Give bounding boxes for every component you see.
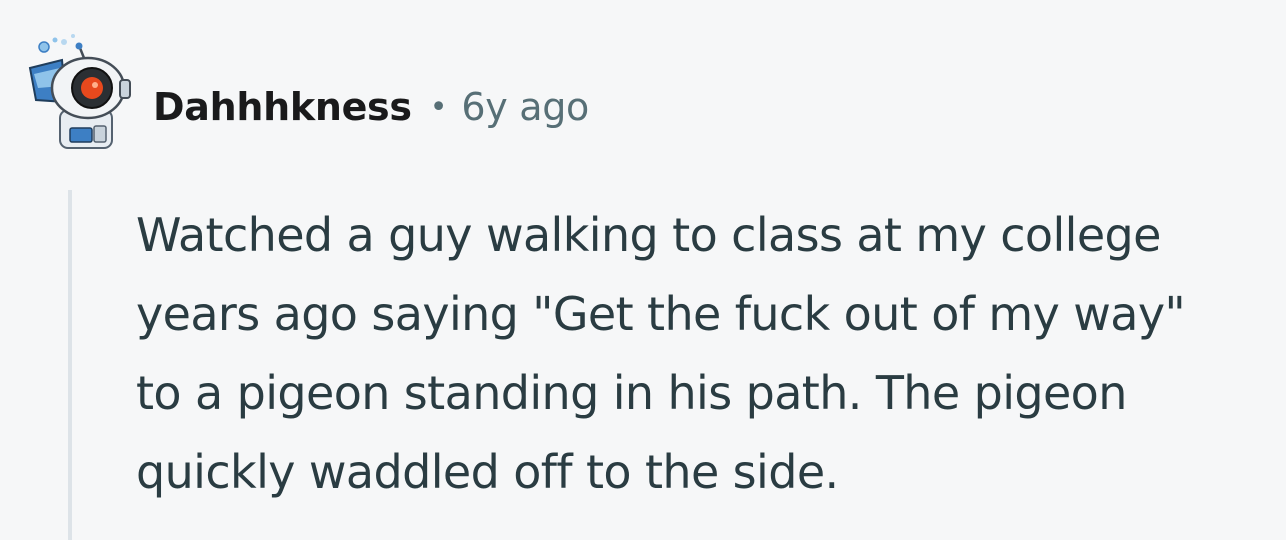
avatar[interactable] <box>22 30 142 160</box>
comment-body: Watched a guy walking to class at my col… <box>136 196 1276 512</box>
author-username[interactable]: Dahhhkness <box>153 85 412 129</box>
comment-body-line: to a pigeon standing in his path. The pi… <box>136 366 1127 420</box>
thread-line[interactable] <box>68 190 72 540</box>
comment-body-line: quickly waddled off to the side. <box>136 445 839 499</box>
comment: Dahhhkness • 6y ago Watched a guy walkin… <box>0 0 1286 540</box>
comment-age[interactable]: 6y ago <box>461 85 589 129</box>
meta-separator: • <box>429 89 448 125</box>
snoo-robot-avatar-icon <box>28 34 131 149</box>
comment-body-line: Watched a guy walking to class at my col… <box>136 208 1161 262</box>
comment-body-line: years ago saying "Get the fuck out of my… <box>136 287 1186 341</box>
comment-header: Dahhhkness • 6y ago <box>153 82 589 132</box>
